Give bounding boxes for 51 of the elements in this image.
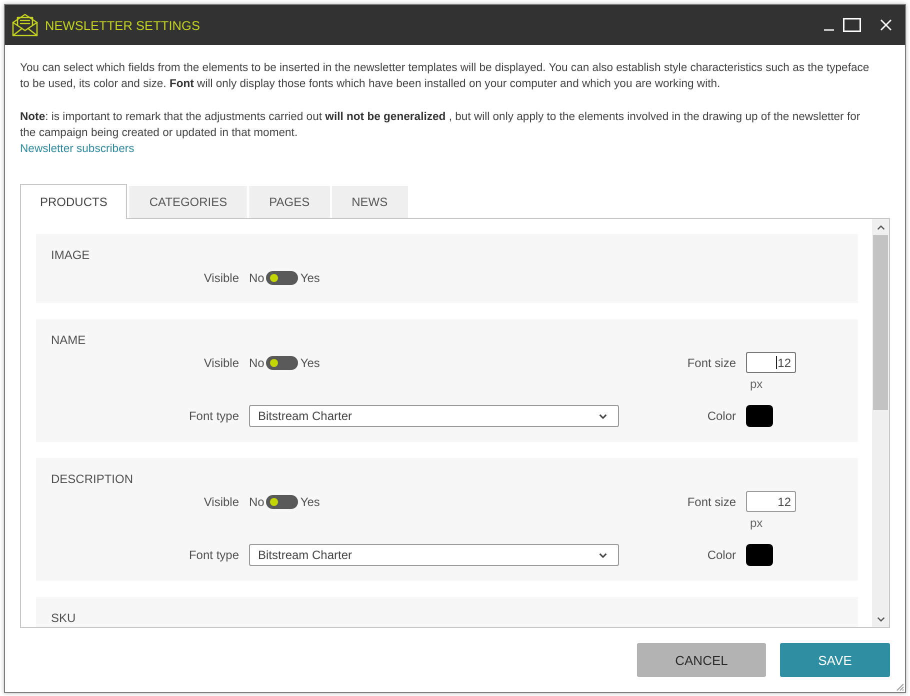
color-label: Color xyxy=(707,548,736,562)
save-button[interactable]: SAVE xyxy=(780,643,890,677)
font-size-input[interactable]: 12 xyxy=(746,352,796,373)
toggle-on-label: Yes xyxy=(300,356,320,370)
chevron-down-icon xyxy=(599,414,607,418)
text-cursor-icon xyxy=(776,356,777,369)
section-title: DESCRIPTION xyxy=(51,473,134,486)
font-size-input[interactable]: 12 xyxy=(746,491,796,512)
toggle-on-label: Yes xyxy=(300,494,320,508)
toggle-switch[interactable] xyxy=(266,494,298,508)
toggle-off-label: No xyxy=(249,494,264,508)
chevron-down-icon xyxy=(599,552,607,558)
font-type-select[interactable]: Bitstream Charter xyxy=(249,544,619,566)
color-label: Color xyxy=(707,409,736,423)
tab[interactable]: CATEGORIES xyxy=(129,186,248,218)
intro-paragraph: You can select which fields from the elements to be inserted in the newsletter templates will be displayed. You can also establish style characteristics such as the typeface to be used, its color and size. Font will only display those fonts which have been installed on your computer and which you are working with. xyxy=(20,61,870,92)
scrollbar[interactable] xyxy=(872,219,889,627)
unit-label: px xyxy=(749,515,763,531)
toggle-off-label: No xyxy=(249,270,264,284)
toggle-switch[interactable] xyxy=(266,356,298,370)
color-swatch[interactable] xyxy=(746,544,773,566)
font-type-label: Font type xyxy=(188,409,239,423)
maximize-icon[interactable] xyxy=(843,18,861,32)
section-title: SKU xyxy=(51,612,76,625)
window-title: NEWSLETTER SETTINGS xyxy=(45,18,200,32)
visible-label: Visible xyxy=(204,270,239,284)
visible-label: Visible xyxy=(204,356,239,370)
envelope-icon xyxy=(12,13,38,37)
color-swatch[interactable] xyxy=(746,405,773,427)
font-type-select[interactable]: Bitstream Charter xyxy=(249,405,619,427)
toggle-on-label: Yes xyxy=(300,270,320,284)
font-size-label: Font size xyxy=(687,356,736,370)
resize-grip-icon[interactable] xyxy=(896,683,904,691)
tab[interactable]: PRODUCTS xyxy=(20,184,128,219)
tab[interactable]: PAGES xyxy=(249,186,330,218)
scroll-up-icon[interactable] xyxy=(876,224,884,230)
section-title: NAME xyxy=(51,334,86,347)
note-paragraph: Note: is important to remark that the adjustments carried out will not be generalized , but will only apply to the elements involved in the drawing up of the newsletter for the campaign being created or updated in that moment. xyxy=(20,110,862,141)
subscribers-link[interactable]: Newsletter subscribers xyxy=(20,143,134,155)
toggle-off-label: No xyxy=(249,356,264,370)
visible-label: Visible xyxy=(204,494,239,508)
section-title: IMAGE xyxy=(51,249,90,262)
tab[interactable]: NEWS xyxy=(332,186,408,218)
close-icon[interactable] xyxy=(880,19,892,31)
scroll-thumb[interactable] xyxy=(873,235,888,410)
font-size-label: Font size xyxy=(687,494,736,508)
scroll-down-icon[interactable] xyxy=(876,616,884,622)
cancel-button[interactable]: CANCEL xyxy=(637,643,766,677)
unit-label: px xyxy=(749,376,763,392)
toggle-switch[interactable] xyxy=(266,270,298,284)
font-type-label: Font type xyxy=(188,548,239,562)
